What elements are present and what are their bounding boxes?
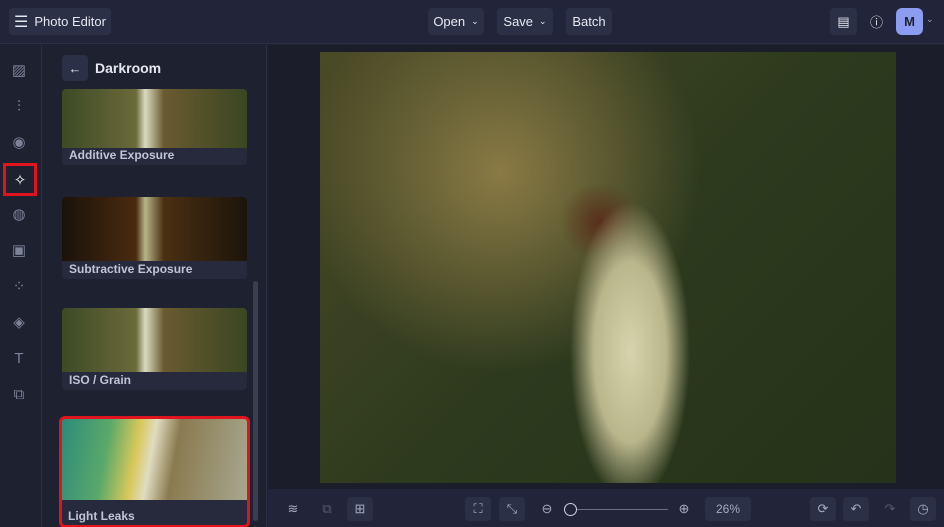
effect-light-leaks[interactable]: Light Leaks xyxy=(59,416,250,527)
effect-thumbnail xyxy=(62,308,247,372)
paint-icon[interactable]: ◍ xyxy=(8,203,30,225)
bottom-toolbar: ≋ ⧉ ⊞ ⛶ ⤡ ⊖ ⊕ 26% ⟳ ↶ ↷ ◷ xyxy=(268,489,944,527)
fit-screen-icon[interactable]: ⛶ xyxy=(465,497,491,521)
effect-iso-grain[interactable]: ISO / Grain xyxy=(62,308,247,390)
history-icon[interactable]: ◷ xyxy=(910,497,936,521)
zoom-in-icon[interactable]: ⊕ xyxy=(671,497,697,521)
top-bar: ☰ Photo Editor Open ⌄ Save ⌄ Batch ▤ ⓘ M ⌄ xyxy=(0,0,944,44)
image-icon[interactable]: ▨ xyxy=(8,59,30,81)
save-label: Save xyxy=(503,14,534,29)
redo-icon[interactable]: ↷ xyxy=(877,497,903,521)
panel-title: Darkroom xyxy=(95,60,162,76)
chevron-down-icon[interactable]: ⌄ xyxy=(926,14,934,25)
hamburger-icon: ☰ xyxy=(14,13,29,31)
effect-label: ISO / Grain xyxy=(69,373,132,387)
compare-icon[interactable]: ⧉ xyxy=(314,497,340,521)
text-icon[interactable]: T xyxy=(8,347,30,369)
effect-subtractive-exposure[interactable]: Subtractive Exposure xyxy=(62,197,247,279)
actual-size-icon[interactable]: ⤡ xyxy=(499,497,525,521)
batch-button[interactable]: Batch xyxy=(566,8,612,35)
overlay-icon[interactable]: ⧉ xyxy=(8,383,30,405)
back-button[interactable]: ← xyxy=(62,55,88,81)
effect-label: Light Leaks xyxy=(68,509,135,523)
open-button[interactable]: Open ⌄ xyxy=(428,8,484,35)
effect-label: Additive Exposure xyxy=(69,148,175,162)
zoom-out-icon[interactable]: ⊖ xyxy=(534,497,560,521)
grid-icon[interactable]: ⊞ xyxy=(347,497,373,521)
rotate-icon[interactable]: ⟳ xyxy=(810,497,836,521)
effect-thumbnail xyxy=(62,89,247,149)
undo-icon[interactable]: ↶ xyxy=(843,497,869,521)
open-label: Open xyxy=(433,14,466,29)
arrow-left-icon: ← xyxy=(68,60,82,76)
effects-icon[interactable]: ✧ xyxy=(3,163,37,196)
app-title: Photo Editor xyxy=(34,14,106,29)
layers-icon[interactable]: ≋ xyxy=(280,497,306,521)
zoom-value[interactable]: 26% xyxy=(705,497,751,521)
zoom-slider[interactable] xyxy=(568,509,668,510)
frame-icon[interactable]: ▣ xyxy=(8,239,30,261)
help-icon[interactable]: ⓘ xyxy=(863,8,890,35)
save-button[interactable]: Save ⌄ xyxy=(497,8,553,35)
effect-additive-exposure[interactable]: Additive Exposure xyxy=(62,89,247,165)
texture-icon[interactable]: ◈ xyxy=(8,311,30,333)
menu-button[interactable]: ☰ Photo Editor xyxy=(9,8,111,35)
graphics-icon[interactable]: ⁘ xyxy=(8,275,30,297)
panel-scrollbar[interactable] xyxy=(253,281,258,521)
chevron-down-icon: ⌄ xyxy=(471,16,479,26)
feedback-icon[interactable]: ▤ xyxy=(830,8,857,35)
effects-panel: ← Darkroom Additive Exposure Subtractive… xyxy=(43,45,267,527)
photo xyxy=(320,52,896,483)
eye-icon[interactable]: ◉ xyxy=(8,131,30,153)
adjust-icon[interactable]: ⫶ xyxy=(8,95,30,117)
effect-thumbnail xyxy=(61,418,248,501)
chevron-down-icon: ⌄ xyxy=(539,16,547,26)
canvas-area xyxy=(268,45,944,489)
effect-label: Subtractive Exposure xyxy=(69,262,193,276)
zoom-slider-handle[interactable] xyxy=(564,503,577,516)
avatar[interactable]: M xyxy=(896,8,923,35)
tool-rail: ▨ ⫶ ◉ ✧ ◍ ▣ ⁘ ◈ T ⧉ xyxy=(0,45,42,527)
effect-thumbnail xyxy=(62,197,247,261)
